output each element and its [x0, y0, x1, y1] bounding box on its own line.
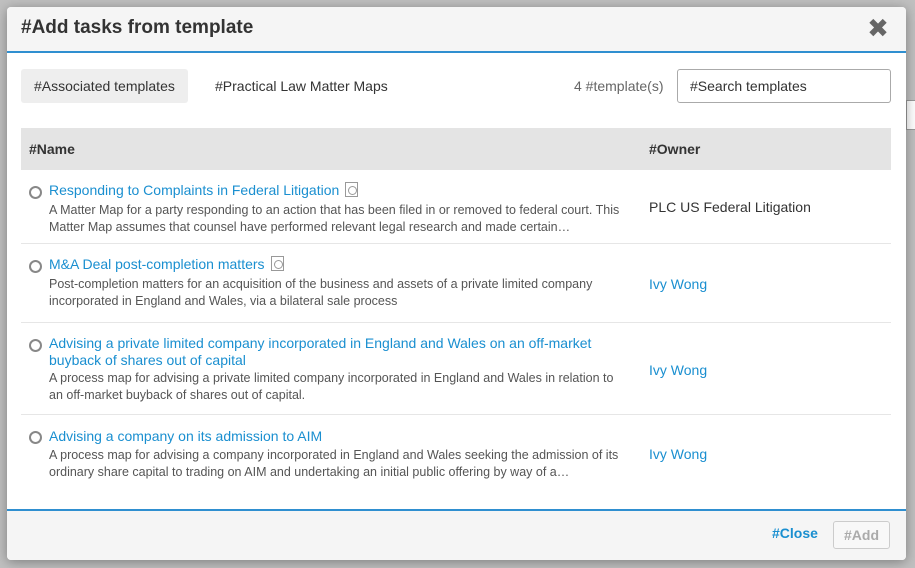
add-button[interactable]: #Add	[833, 521, 890, 549]
table-row: Advising a company on its admission to A…	[21, 415, 891, 491]
template-description: A process map for advising a private lim…	[49, 371, 614, 402]
column-header-name: #Name	[29, 141, 75, 157]
row-select-radio[interactable]	[29, 260, 42, 273]
matter-map-icon	[345, 182, 359, 197]
template-description: A process map for advising a company inc…	[49, 448, 619, 479]
template-owner: PLC US Federal Litigation	[649, 199, 811, 215]
dialog-header: #Add tasks from template ✖	[7, 7, 906, 53]
template-count: 4 #template(s)	[574, 78, 664, 94]
table-row: Advising a private limited company incor…	[21, 323, 891, 415]
template-title-link[interactable]: Advising a company on its admission to A…	[49, 428, 619, 445]
template-owner-link[interactable]: Ivy Wong	[649, 446, 707, 462]
close-icon[interactable]: ✖	[866, 15, 890, 41]
row-select-radio[interactable]	[29, 431, 42, 444]
template-title-link[interactable]: Advising a private limited company incor…	[49, 335, 619, 369]
matter-map-icon	[270, 256, 284, 271]
template-title-link[interactable]: Responding to Complaints in Federal Liti…	[49, 182, 619, 199]
table-header: #Name #Owner	[21, 128, 891, 170]
close-button[interactable]: #Close	[772, 525, 818, 541]
table-row: M&A Deal post-completion matters Post-co…	[21, 244, 891, 323]
tab-associated-templates[interactable]: #Associated templates	[21, 69, 188, 103]
dialog-title: #Add tasks from template	[21, 17, 254, 38]
column-header-owner: #Owner	[649, 141, 701, 157]
template-title-link[interactable]: M&A Deal post-completion matters	[49, 256, 619, 273]
template-owner-link[interactable]: Ivy Wong	[649, 362, 707, 378]
template-description: Post-completion matters for an acquisiti…	[49, 277, 593, 308]
tab-practical-law-matter-maps[interactable]: #Practical Law Matter Maps	[202, 69, 401, 103]
row-select-radio[interactable]	[29, 186, 42, 199]
template-owner-link[interactable]: Ivy Wong	[649, 276, 707, 292]
background-input	[906, 100, 915, 130]
template-description: A Matter Map for a party responding to a…	[49, 203, 620, 234]
search-input[interactable]	[677, 69, 891, 103]
add-tasks-dialog: #Add tasks from template ✖ #Associated t…	[7, 7, 906, 560]
row-select-radio[interactable]	[29, 339, 42, 352]
table-row: Responding to Complaints in Federal Liti…	[21, 170, 891, 244]
